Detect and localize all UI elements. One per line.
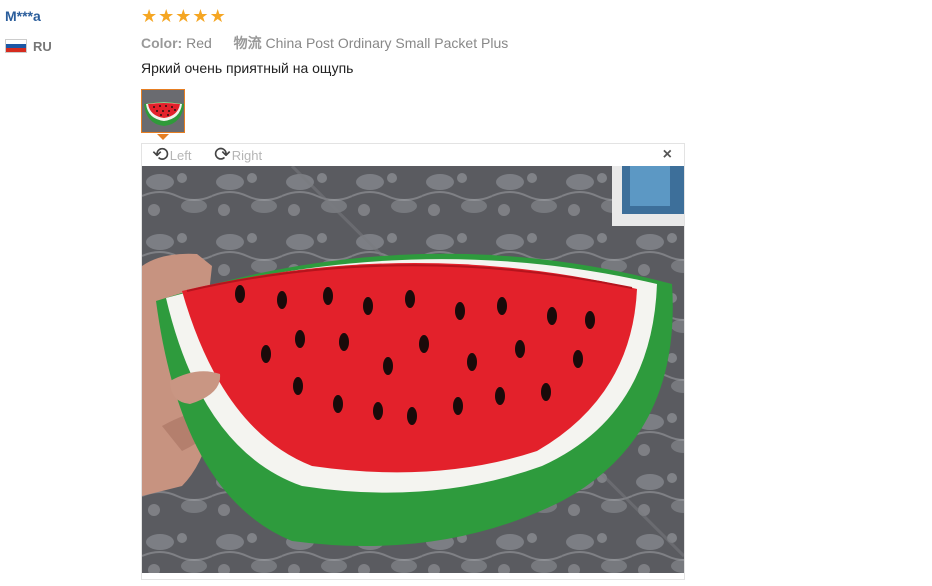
reviewer-name[interactable]: M***a [5,8,41,24]
star-icon: ★ [141,6,158,26]
reviewer-country: RU [5,38,52,54]
color-label: Color: [141,35,183,51]
close-viewer-button[interactable]: × [663,146,672,164]
shipping-label: 物流 [233,35,262,51]
star-icon: ★ [158,6,175,26]
star-icon: ★ [209,6,226,26]
rotate-left-button[interactable]: ⟲ Left [152,145,191,165]
star-rating: ★ ★ ★ ★ ★ [141,7,226,25]
color-value: Red [186,35,212,51]
review-text: Яркий очень приятный на ощупь [141,60,354,76]
star-icon: ★ [192,6,209,26]
order-attributes: Color: Red 物流 China Post Ordinary Small … [141,33,508,53]
review-photo-thumbnail[interactable] [141,89,185,133]
rotate-left-label: Left [169,147,192,163]
thumbnail-selected-indicator [157,134,169,140]
rotate-left-icon: ⟲ [152,144,169,166]
photo-viewer: ⟲ Left ⟳ Right × [141,143,685,580]
rotate-right-button[interactable]: ⟳ Right [214,145,262,165]
star-icon: ★ [175,6,192,26]
shipping-value: China Post Ordinary Small Packet Plus [265,35,509,51]
viewer-toolbar: ⟲ Left ⟳ Right × [142,144,684,166]
rotate-right-icon: ⟳ [214,144,231,166]
rotate-right-label: Right [231,147,263,163]
russia-flag-icon [5,39,27,53]
country-code: RU [33,38,52,54]
review-photo [142,166,684,573]
